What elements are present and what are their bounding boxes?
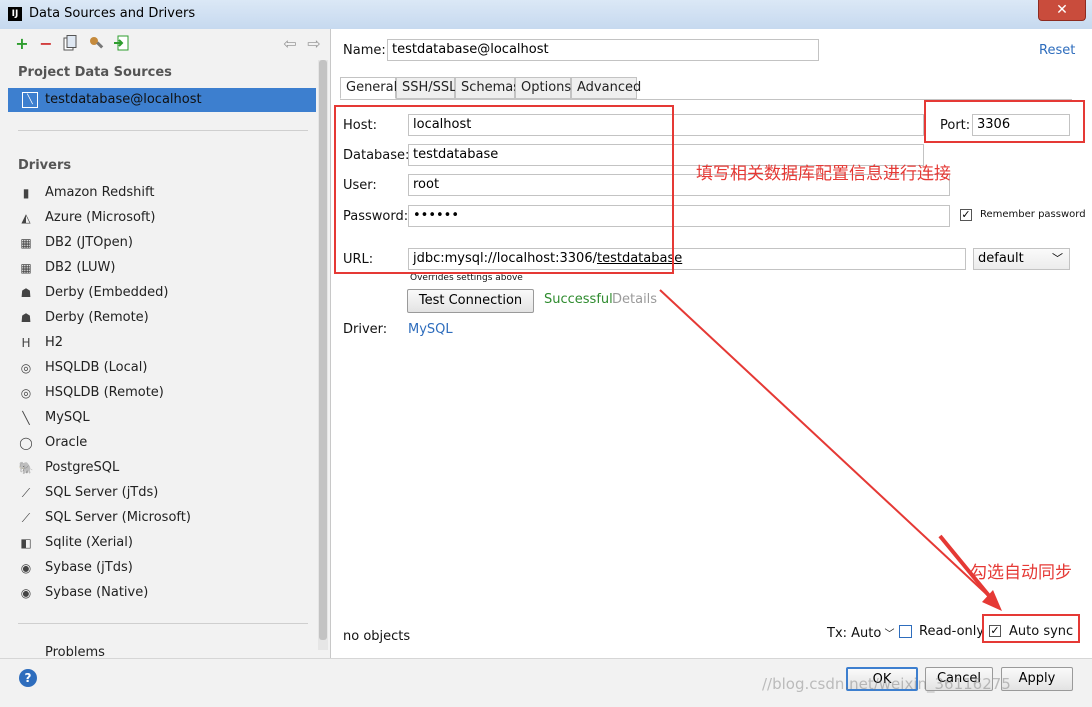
apply-button[interactable]: Apply (1001, 667, 1073, 691)
annotation-arrow (659, 289, 1002, 611)
watermark: //blog.csdn.net/weixin_36116275 (762, 675, 1011, 693)
help-icon[interactable]: ? (19, 669, 37, 687)
